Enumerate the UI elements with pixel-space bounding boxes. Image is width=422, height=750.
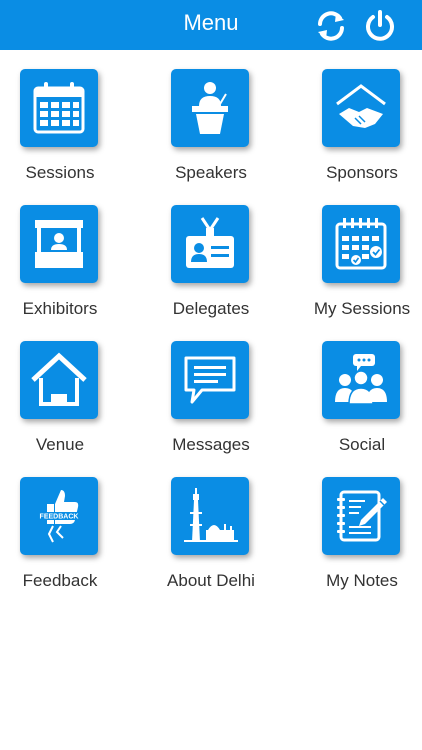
tile-icon-box (171, 205, 249, 283)
exhibit-booth-icon (35, 220, 83, 268)
calendar-icon (33, 82, 85, 134)
menu-item-my-sessions[interactable]: My Sessions (302, 205, 422, 341)
power-icon (366, 10, 394, 41)
qutub-minar-icon (184, 488, 238, 542)
podium-speaker-icon (192, 82, 228, 134)
menu-item-label: My Notes (326, 571, 398, 590)
menu-item-my-notes[interactable]: My Notes (302, 477, 422, 613)
tile-icon-box (20, 341, 98, 419)
id-badge-icon (186, 217, 234, 268)
menu-item-label: Sessions (25, 163, 95, 182)
house-icon (31, 352, 87, 406)
menu-item-social[interactable]: Social (302, 341, 422, 477)
header-bar: Menu (0, 0, 422, 50)
menu-item-label: Sponsors (326, 163, 398, 182)
tile-icon-box (171, 69, 249, 147)
tile-icon-box (322, 341, 400, 419)
people-chat-icon (335, 354, 387, 405)
tile-icon-box (20, 69, 98, 147)
tile-icon-box (171, 477, 249, 555)
menu-item-label: Exhibitors (22, 299, 98, 318)
menu-item-label: My Sessions (313, 299, 411, 318)
menu-item-sponsors[interactable]: Sponsors (302, 69, 422, 205)
menu-item-label: About Delhi (167, 571, 255, 590)
tile-icon-box (322, 477, 400, 555)
tile-icon-box (171, 341, 249, 419)
menu-item-venue[interactable]: Venue (0, 341, 120, 477)
tile-icon-box (322, 69, 400, 147)
notebook-pen-icon (337, 490, 387, 542)
tile-icon-box (322, 205, 400, 283)
menu-item-label: Delegates (172, 299, 250, 318)
menu-item-delegates[interactable]: Delegates (151, 205, 271, 341)
menu-item-messages[interactable]: Messages (151, 341, 271, 477)
menu-item-label: Social (338, 435, 386, 454)
refresh-button[interactable] (313, 8, 349, 44)
refresh-icon (318, 11, 344, 41)
menu-item-label: Messages (172, 435, 250, 454)
svg-text:FEEDBACK: FEEDBACK (40, 514, 79, 521)
chat-bubble-icon (184, 356, 236, 404)
page-title: Menu (183, 10, 239, 35)
menu-item-label: Speakers (175, 163, 247, 182)
menu-item-exhibitors[interactable]: Exhibitors (0, 205, 120, 341)
tile-icon-box: FEEDBACK (20, 477, 98, 555)
menu-item-about-delhi[interactable]: About Delhi (151, 477, 271, 613)
menu-item-label: Venue (35, 435, 85, 454)
thumbs-up-feedback-icon: FEEDBACK (39, 490, 79, 543)
tile-icon-box (20, 205, 98, 283)
menu-item-label: Feedback (22, 571, 98, 590)
menu-item-sessions[interactable]: Sessions (0, 69, 120, 205)
menu-item-speakers[interactable]: Speakers (151, 69, 271, 205)
menu-item-feedback[interactable]: FEEDBACK Feedback (0, 477, 120, 613)
handshake-icon (336, 84, 386, 128)
power-button[interactable] (362, 8, 398, 44)
calendar-check-icon (335, 218, 387, 270)
